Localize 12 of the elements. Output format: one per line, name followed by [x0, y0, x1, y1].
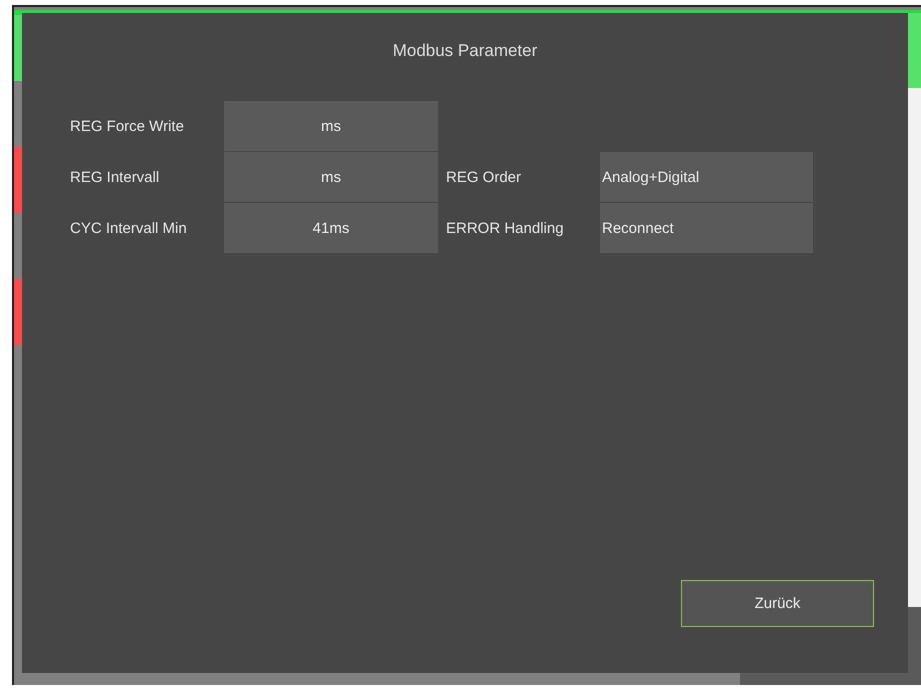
field-label: REG Intervall — [70, 168, 160, 186]
back-button[interactable]: Zurück — [681, 580, 874, 627]
field-label: REG Force Write — [70, 118, 185, 134]
input-field[interactable]: ms — [224, 101, 438, 151]
field-label: REG Order — [446, 168, 522, 186]
input-field[interactable]: Analog+Digital — [600, 152, 813, 202]
dialog-title: Modbus Parameter — [392, 41, 538, 61]
input-field[interactable]: ms — [224, 152, 438, 202]
input-field[interactable]: 41ms — [224, 203, 438, 253]
input-field[interactable]: Reconnect — [600, 203, 813, 253]
field-label: ERROR Handling — [446, 220, 565, 236]
field-label: CYC Intervall Min — [70, 220, 188, 236]
